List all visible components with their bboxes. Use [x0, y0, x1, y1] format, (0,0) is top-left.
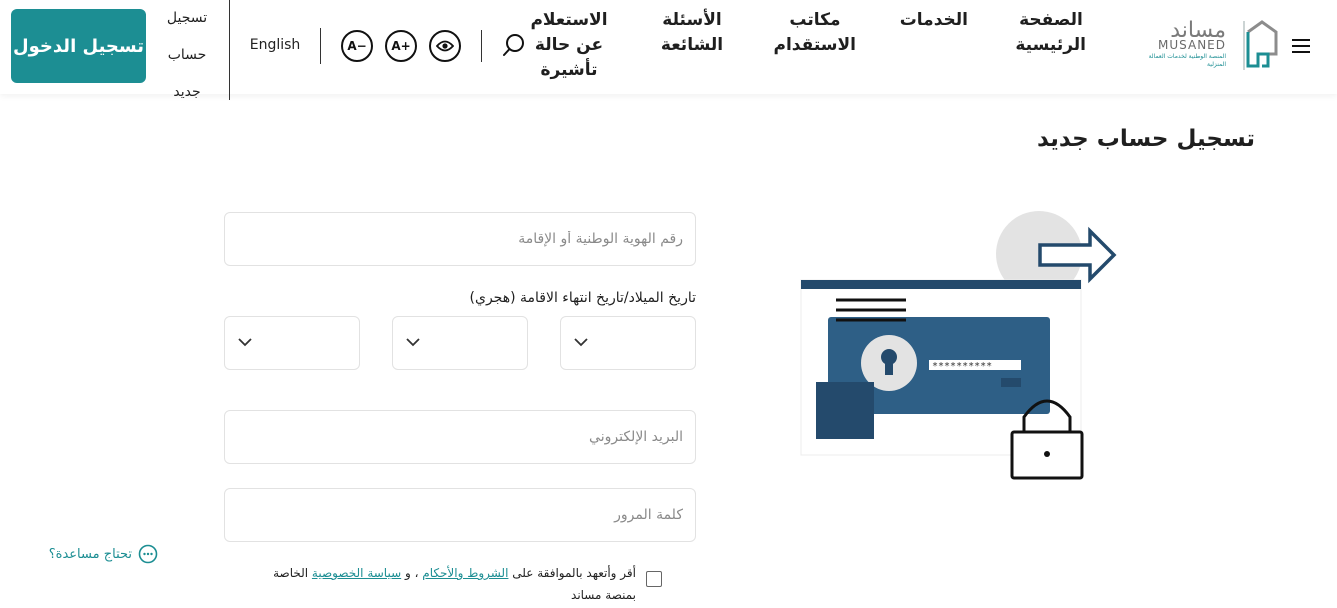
top-header: تسجيل الدخول تسجيل حساب جديد English A− … — [0, 0, 1337, 100]
header-divider — [229, 0, 230, 100]
musaned-logo[interactable]: مساند MUSANED المنصة الوطنية لخدمات العم… — [1148, 18, 1290, 74]
dob-day-select[interactable] — [560, 316, 696, 370]
help-link[interactable]: تحتاج مساعدة؟ — [40, 544, 158, 564]
page-title: تسجيل حساب جديد — [1036, 126, 1255, 152]
chevron-down-icon — [406, 338, 420, 347]
logo-mark-icon — [1243, 20, 1278, 70]
header-divider — [320, 28, 321, 64]
login-button[interactable]: تسجيل الدخول — [11, 9, 146, 83]
chevron-down-icon — [238, 338, 252, 347]
header-divider — [481, 30, 482, 62]
logo-name-en: MUSANED — [1158, 38, 1226, 52]
terms-link[interactable]: الشروط والأحكام — [422, 566, 508, 580]
font-increase-button[interactable]: A+ — [385, 30, 417, 62]
hamburger-menu-icon[interactable] — [1292, 39, 1310, 53]
dob-label: تاريخ الميلاد/تاريخ انتهاء الاقامة (هجري… — [469, 290, 696, 306]
register-link[interactable]: تسجيل حساب جديد — [160, 0, 214, 100]
terms-text: أقر وأتعهد بالموافقة على الشروط والأحكام… — [273, 566, 636, 602]
svg-text:**********: ********** — [932, 361, 992, 372]
privacy-link[interactable]: سياسة الخصوصية — [312, 566, 401, 580]
terms-checkbox[interactable] — [646, 571, 662, 587]
chevron-down-icon — [574, 338, 588, 347]
logo-subtitle: المنصة الوطنية لخدمات العمالة المنزلية — [1148, 53, 1226, 68]
nav-recruitment-offices[interactable]: مكاتب الاستقدام — [774, 8, 857, 58]
dob-month-select[interactable] — [392, 316, 528, 370]
password-input[interactable] — [225, 489, 695, 541]
nav-visa-status[interactable]: الاستعلام عن حالة تأشيرة — [527, 8, 611, 83]
eye-icon — [436, 40, 454, 52]
chat-bubble-icon — [138, 544, 158, 564]
id-field[interactable] — [224, 212, 696, 266]
nav-services[interactable]: الخدمات — [900, 8, 968, 33]
language-toggle[interactable]: English — [246, 37, 304, 53]
contrast-eye-button[interactable] — [429, 30, 461, 62]
email-field[interactable] — [224, 410, 696, 464]
password-field[interactable] — [224, 488, 696, 542]
font-decrease-button[interactable]: A− — [341, 30, 373, 62]
nav-faq[interactable]: الأسئلة الشائعة — [656, 8, 728, 58]
nav-home[interactable]: الصفحة الرئيسية — [1015, 8, 1086, 58]
register-illustration: ********** — [800, 211, 1117, 480]
id-input[interactable] — [225, 213, 695, 265]
help-label: تحتاج مساعدة؟ — [48, 546, 132, 562]
search-icon[interactable] — [502, 33, 526, 57]
email-input[interactable] — [225, 411, 695, 463]
dob-year-select[interactable] — [224, 316, 360, 370]
